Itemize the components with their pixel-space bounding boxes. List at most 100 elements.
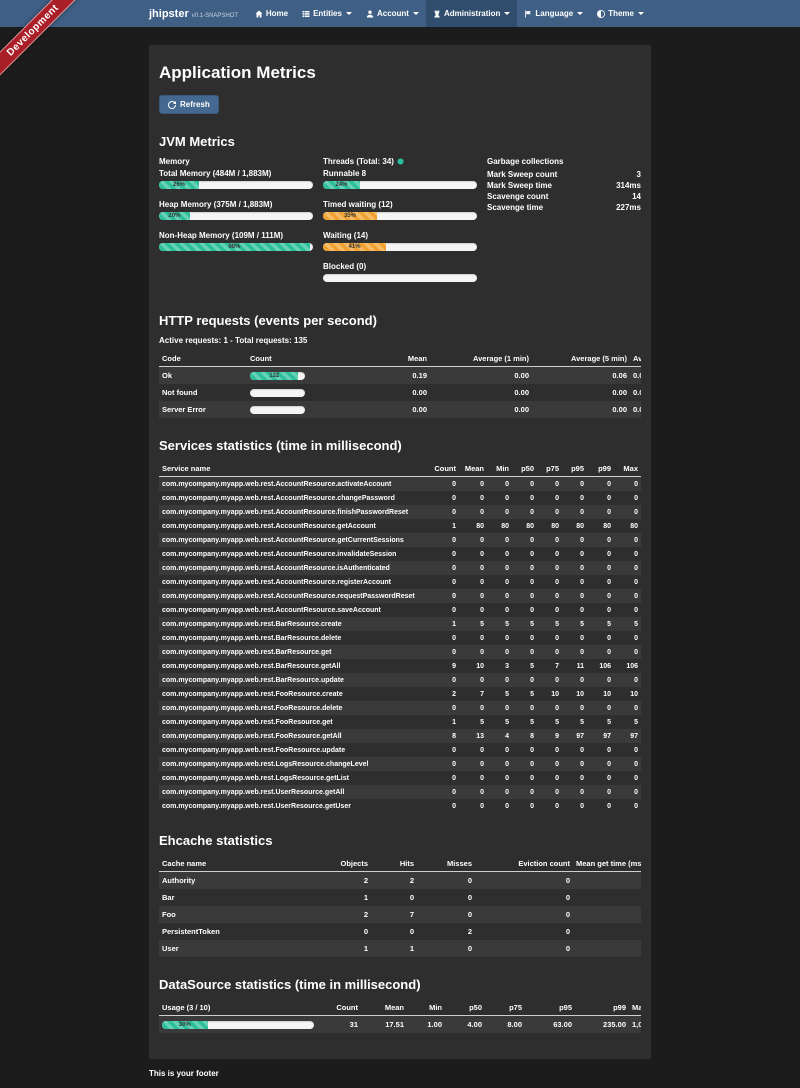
service-name-cell: com.mycompany.myapp.web.rest.AccountReso… <box>159 589 431 603</box>
metric-value-cell: 5 <box>487 617 512 631</box>
services-statistics-table: Service nameCountMeanMinp50p75p95p99Max … <box>159 461 641 813</box>
column-header: Max <box>614 461 641 477</box>
jvm-metrics-heading: JVM Metrics <box>159 134 641 149</box>
metric-value-cell: 0 <box>537 673 562 687</box>
metric-value-cell: 0 <box>562 771 587 785</box>
progress-value: 132 <box>269 373 279 379</box>
metric-value-cell: 11 <box>562 659 587 673</box>
metric-value-cell: 0 <box>431 547 459 561</box>
column-header: p50 <box>445 1000 485 1016</box>
progress-track: 41% <box>323 243 477 251</box>
nav-item: Entities <box>295 0 359 27</box>
progress-track: 20% <box>159 212 313 220</box>
nav-item-account[interactable]: Account <box>359 0 426 27</box>
metric-value-cell: 10 <box>562 687 587 701</box>
nav-item-theme[interactable]: Theme <box>590 0 651 27</box>
metric-value-cell: 0 <box>459 547 487 561</box>
refresh-icon <box>168 101 176 109</box>
metric-value-cell: 0 <box>562 589 587 603</box>
memory-column: Memory Total Memory (484M / 1,883M) 26% … <box>159 157 313 293</box>
column-header: Cache name <box>159 856 309 872</box>
metric-value-cell: 80 <box>537 519 562 533</box>
metric-value-cell: 0 <box>614 771 641 785</box>
metric-value-cell: 0 <box>512 771 537 785</box>
metric-value-cell: 0 <box>487 645 512 659</box>
column-header: p75 <box>537 461 562 477</box>
metric-value-cell: 0 <box>459 575 487 589</box>
metric-value-cell: 0 <box>587 477 614 492</box>
column-header: Min <box>487 461 512 477</box>
metric-value-cell: 106 <box>587 659 614 673</box>
metric-value-cell: 9 <box>537 729 562 743</box>
memory-heading: Memory <box>159 157 313 166</box>
metric-value-cell: 0 <box>371 889 417 906</box>
metric-value-cell: 0 <box>459 743 487 757</box>
metric-value-cell: 97 <box>614 729 641 743</box>
metric-value-cell: 0 <box>537 701 562 715</box>
metric-value-cell: 10 <box>459 659 487 673</box>
metric-value-cell: 0 <box>431 785 459 799</box>
service-name-cell: com.mycompany.myapp.web.rest.LogsResourc… <box>159 757 431 771</box>
metric-value-cell: 0 <box>431 561 459 575</box>
refresh-button[interactable]: Refresh <box>159 95 219 114</box>
brand-link[interactable]: jhipster v0.1-SNAPSHOT <box>149 8 238 20</box>
metric-value-cell: 1 <box>309 889 371 906</box>
metric-value-cell: 5 <box>562 617 587 631</box>
thread-dump-icon[interactable] <box>397 158 404 165</box>
progress-track <box>250 389 305 397</box>
metric-value-cell: 0.00 <box>532 384 630 401</box>
user-icon <box>366 10 374 18</box>
metric-value-cell: 0 <box>431 603 459 617</box>
metric-value-cell: 1,078.00 <box>629 1016 641 1034</box>
metric-value-cell: 106 <box>614 659 641 673</box>
metric-value-cell: 0 <box>487 491 512 505</box>
metric-value-cell: 0 <box>487 533 512 547</box>
metric-value-cell: 0 <box>459 589 487 603</box>
column-header: Eviction count <box>475 856 573 872</box>
metric-value-cell: 0.00 <box>430 384 532 401</box>
service-name-cell: com.mycompany.myapp.web.rest.FooResource… <box>159 701 431 715</box>
metric-value-cell: 0 <box>537 477 562 492</box>
table-row: com.mycompany.myapp.web.rest.AccountReso… <box>159 533 641 547</box>
column-header: p99 <box>575 1000 629 1016</box>
refresh-label: Refresh <box>180 100 210 109</box>
datasource-statistics-heading: DataSource statistics (time in milliseco… <box>159 977 641 992</box>
metric-bar: Total Memory (484M / 1,883M) 26% <box>159 169 313 189</box>
metric-value-cell: 10 <box>537 687 562 701</box>
column-header: Average (5 min) <box>532 351 630 367</box>
metric-bar-label: Runnable 8 <box>323 169 477 178</box>
metric-value-cell: 5 <box>512 715 537 729</box>
metric-value-cell: 0 <box>512 757 537 771</box>
nav-item-administration[interactable]: Administration <box>426 0 517 27</box>
nav-item-language[interactable]: Language <box>517 0 590 27</box>
nav-item-home[interactable]: Home <box>248 0 295 27</box>
metric-bar: Heap Memory (375M / 1,883M) 20% <box>159 200 313 220</box>
gc-column: Garbage collections Mark Sweep count 3 M… <box>487 157 641 293</box>
metric-value-cell: 0 <box>459 785 487 799</box>
metric-value-cell: 5 <box>487 715 512 729</box>
metric-value-cell: 4.00 <box>445 1016 485 1034</box>
metric-value-cell: 0 <box>614 631 641 645</box>
metric-value-cell: 5 <box>587 715 614 729</box>
metric-value-cell: 0 <box>537 589 562 603</box>
metric-bar: Waiting (14) 41% <box>323 231 477 251</box>
metric-value-cell: 9 <box>431 659 459 673</box>
metric-value-cell: 0 <box>562 533 587 547</box>
metric-value-cell: 0 <box>459 631 487 645</box>
gc-row: Mark Sweep count 3 <box>487 169 641 180</box>
table-row: User1100 <box>159 940 641 957</box>
metric-value-cell: 0 <box>587 757 614 771</box>
metric-value-cell: 0.00 <box>342 401 430 418</box>
metric-value-cell: 0 <box>537 561 562 575</box>
metric-value-cell: Ok <box>159 367 247 385</box>
column-header: Average (1 min) <box>430 351 532 367</box>
http-requests-table: CodeCountMeanAverage (1 min)Average (5 m… <box>159 351 641 418</box>
metric-value-cell: 0 <box>431 673 459 687</box>
metric-value-cell <box>573 940 641 957</box>
table-row: com.mycompany.myapp.web.rest.AccountReso… <box>159 561 641 575</box>
progress-value: 24% <box>335 182 347 188</box>
metric-value-cell: 0 <box>417 889 475 906</box>
page-title: Application Metrics <box>159 63 641 83</box>
metric-value-cell: 0 <box>614 757 641 771</box>
nav-item-entities[interactable]: Entities <box>295 0 359 27</box>
